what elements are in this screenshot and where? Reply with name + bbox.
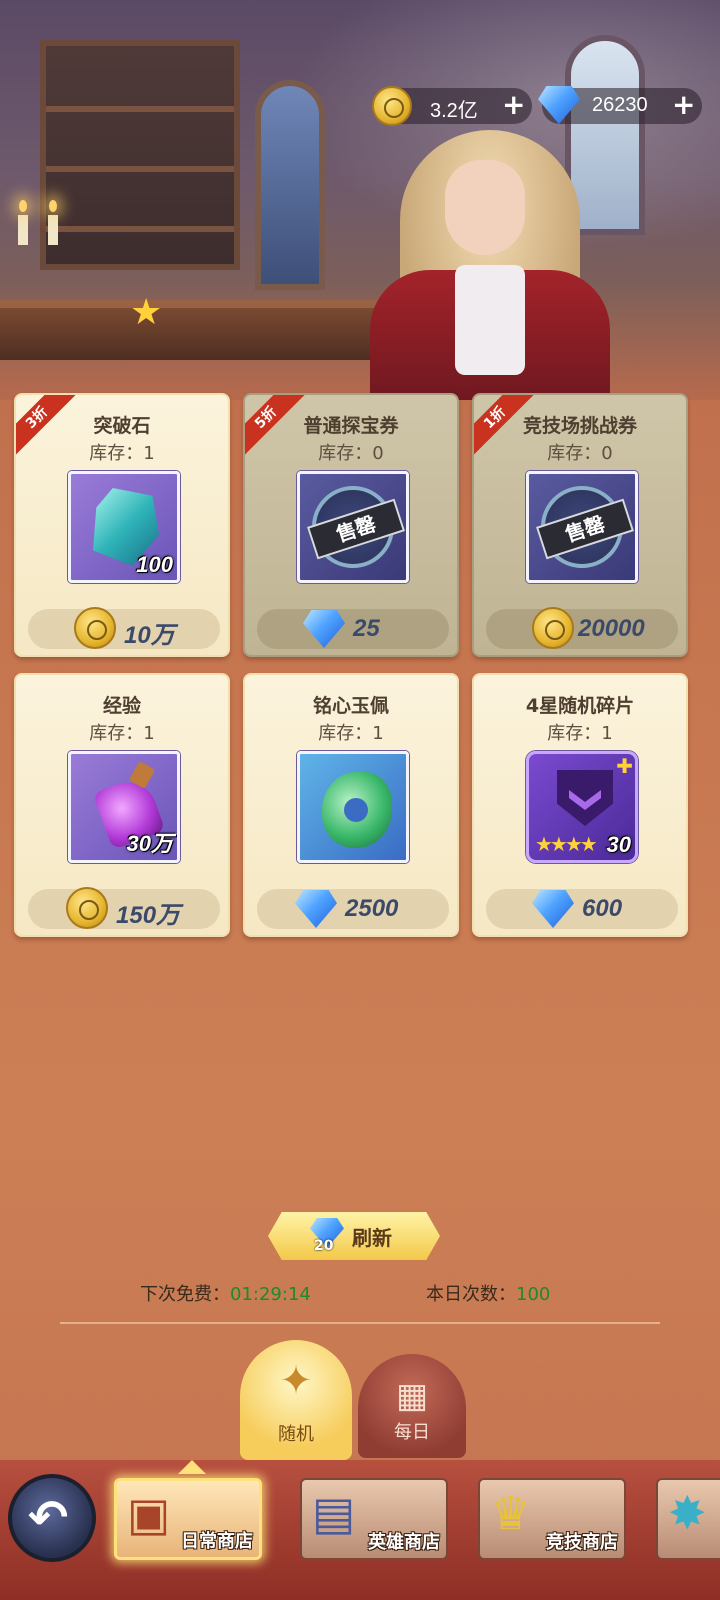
tab-random[interactable]: ✦ 随机 xyxy=(240,1340,352,1460)
back-arrow-icon: ↶ xyxy=(28,1490,69,1546)
puzzle-piece-icon: ✚ xyxy=(616,754,633,778)
exp-potion-icon: 30万 xyxy=(68,751,180,863)
coin-icon xyxy=(74,607,116,649)
shop-tab-hero[interactable]: ▤ 英雄商店 xyxy=(300,1478,448,1560)
shop-item-card[interactable]: 5折 普通探宝券 库存：0 售罄 25 xyxy=(243,393,459,657)
shop-tab-arena[interactable]: ♛ 竞技商店 xyxy=(478,1478,626,1560)
gold-coin-icon xyxy=(372,86,412,126)
hero-shard-icon: ✚ ★★★★ 30 xyxy=(526,751,638,863)
item-price: 600 xyxy=(582,895,623,922)
refresh-label: 刷新 xyxy=(352,1226,392,1250)
treasure-ticket-icon: 售罄 xyxy=(297,471,409,583)
refresh-button[interactable]: 20 刷新 xyxy=(268,1212,440,1260)
tab-daily-label: 每日 xyxy=(394,1422,430,1443)
price-button[interactable]: 600 xyxy=(486,889,678,929)
compass-icon: ✸ xyxy=(668,1486,707,1540)
shop-item-card[interactable]: 铭心玉佩 库存：1 2500 xyxy=(243,673,459,937)
gem-icon xyxy=(303,610,345,648)
item-price: 10万 xyxy=(124,622,175,649)
item-name: 铭心玉佩 xyxy=(312,695,389,717)
four-star-rating-icon: ★★★★ xyxy=(535,832,598,856)
treasure-chest-icon: ▣ xyxy=(127,1487,171,1541)
shop-item-card[interactable]: 3折 突破石 库存：1 100 10万 xyxy=(14,393,230,657)
item-price: 20000 xyxy=(578,615,645,642)
refresh-star-icon: ✦ xyxy=(279,1358,313,1404)
price-button[interactable]: 20000 xyxy=(486,607,678,649)
gem-currency: 26230 + xyxy=(538,86,702,124)
item-quantity: 30 xyxy=(606,832,631,857)
item-name: 4星随机碎片 xyxy=(525,695,635,717)
tab-daily[interactable]: ▦ 每日 xyxy=(358,1354,466,1458)
coin-icon xyxy=(66,887,108,929)
item-stock: 库存：1 xyxy=(318,723,384,744)
item-stock: 库存：1 xyxy=(89,723,155,744)
item-name: 经验 xyxy=(102,695,141,717)
refresh-cost: 20 xyxy=(314,1238,334,1254)
item-price: 2500 xyxy=(345,895,399,922)
item-price: 25 xyxy=(353,615,380,642)
item-price: 150万 xyxy=(116,902,181,929)
shopkeeper-banner: ★ xyxy=(0,0,720,400)
today-count-value: 100 xyxy=(516,1284,551,1305)
gold-currency: 3.2亿 + xyxy=(372,86,532,126)
add-gem-button[interactable]: + xyxy=(672,90,695,120)
shop-tab-label: 竞技商店 xyxy=(546,1532,618,1553)
price-button[interactable]: 10万 xyxy=(28,607,220,649)
price-button[interactable]: 2500 xyxy=(257,889,449,929)
coin-icon xyxy=(532,607,574,649)
next-free-refresh: 下次免费：01:29:14 xyxy=(140,1280,311,1306)
gold-amount: 3.2亿 xyxy=(430,100,478,122)
item-stock: 库存：0 xyxy=(318,443,384,464)
shop-tab-daily[interactable]: ▣ 日常商店 xyxy=(114,1478,262,1560)
tab-random-label: 随机 xyxy=(278,1424,314,1445)
next-free-label: 下次免费： xyxy=(140,1284,230,1305)
item-quantity: 100 xyxy=(136,552,173,577)
today-refresh-count: 本日次数：100 xyxy=(426,1280,550,1306)
shop-item-card[interactable]: 1折 竞技场挑战券 库存：0 售罄 20000 xyxy=(472,393,688,657)
shopkeeper-character xyxy=(360,120,620,400)
shop-item-card[interactable]: 4星随机碎片 库存：1 ✚ ★★★★ 30 600 xyxy=(472,673,688,937)
item-name: 普通探宝券 xyxy=(303,415,399,437)
selected-indicator xyxy=(178,1460,206,1474)
today-count-label: 本日次数： xyxy=(426,1284,516,1305)
item-name: 突破石 xyxy=(93,415,151,437)
shop-tab-label: 英雄商店 xyxy=(368,1532,440,1553)
item-quantity: 30万 xyxy=(126,831,173,856)
desk xyxy=(0,300,420,360)
item-stock: 库存：0 xyxy=(547,443,613,464)
price-button[interactable]: 150万 xyxy=(28,887,220,929)
door xyxy=(255,80,325,290)
gem-icon xyxy=(295,890,337,928)
trophy-icon: ♛ xyxy=(490,1486,532,1540)
star-icon: ★ xyxy=(130,292,163,333)
shop-tab-more[interactable]: ✸ xyxy=(656,1478,720,1560)
add-gold-button[interactable]: + xyxy=(502,90,525,120)
next-free-timer: 01:29:14 xyxy=(230,1284,311,1305)
price-button[interactable]: 25 xyxy=(257,609,449,649)
divider xyxy=(60,1322,660,1324)
item-name: 竞技场挑战券 xyxy=(522,415,637,437)
breakthrough-stone-icon: 100 xyxy=(68,471,180,583)
back-button[interactable]: ↶ xyxy=(8,1474,96,1562)
arena-ticket-icon: 售罄 xyxy=(526,471,638,583)
item-stock: 库存：1 xyxy=(547,723,613,744)
hero-card-icon: ▤ xyxy=(312,1486,356,1540)
jade-pendant-icon xyxy=(297,751,409,863)
shop-item-card[interactable]: 经验 库存：1 30万 150万 xyxy=(14,673,230,937)
chest-icon: ▦ xyxy=(395,1376,429,1416)
bookshelf xyxy=(40,40,240,270)
item-stock: 库存：1 xyxy=(89,443,155,464)
gem-icon xyxy=(532,890,574,928)
shop-tab-label: 日常商店 xyxy=(181,1531,253,1552)
gem-amount: 26230 xyxy=(592,94,648,116)
